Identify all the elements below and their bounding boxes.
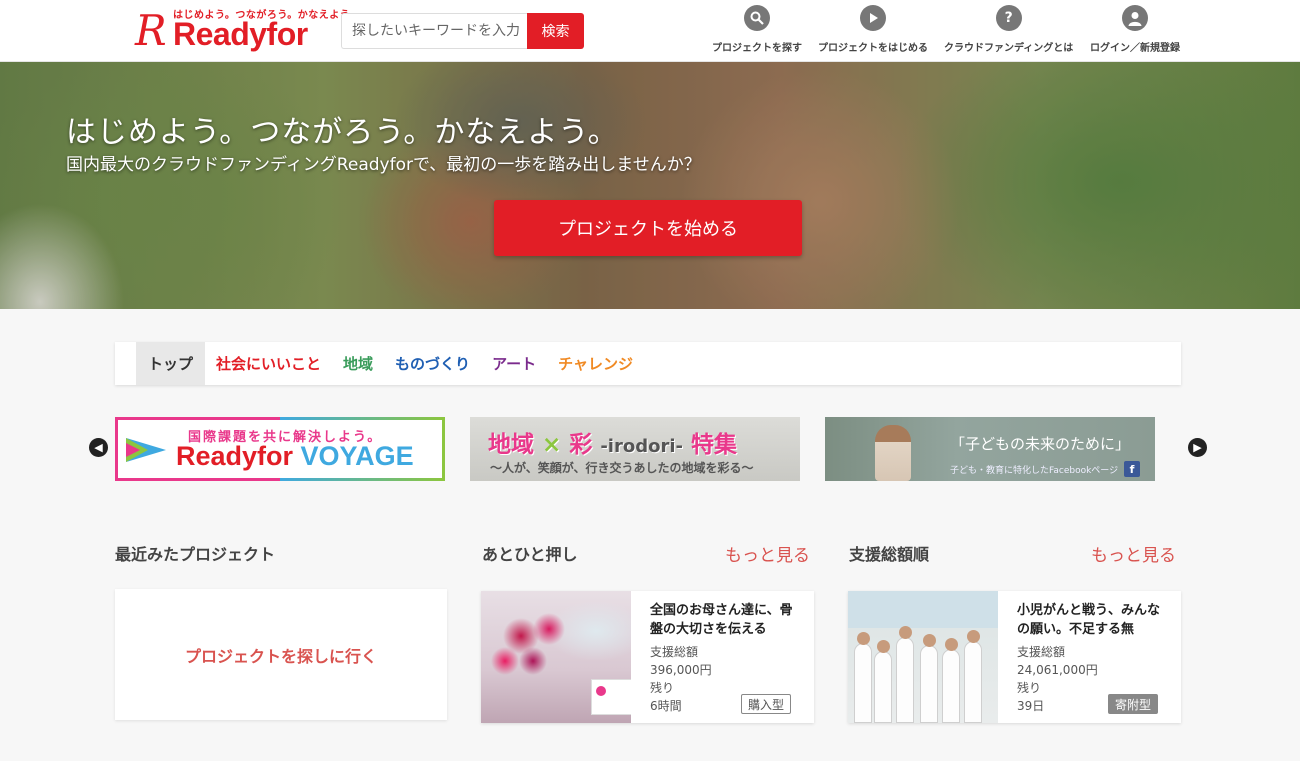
recent-projects-title: 最近みたプロジェクト <box>115 545 276 564</box>
hero-banner: はじめよう。つながろう。かなえよう。 国内最大のクラウドファンディングReady… <box>0 62 1300 309</box>
project-type-badge: 寄附型 <box>1108 694 1159 714</box>
banner-voyage-brand: Readyfor <box>176 441 294 471</box>
project-title: 全国のお母さん達に、骨盤の大切さを伝える <box>650 603 793 637</box>
user-icon <box>1122 5 1148 31</box>
chevron-right-icon[interactable]: ▶ <box>1188 438 1207 457</box>
logo-wordmark: Readyfor <box>173 16 308 52</box>
hero-subheadline: 国内最大のクラウドファンディングReadyforで、最初の一歩を踏み出しませんか… <box>66 155 701 175</box>
banner-kids-photo <box>875 425 911 481</box>
almost-there-title: あとひと押し <box>482 545 578 564</box>
voyage-logo-icon <box>126 438 166 462</box>
category-tabs: トップ 社会にいいこと 地域 ものづくり アート チャレンジ <box>115 342 1181 385</box>
project-type-badge: 購入型 <box>741 694 792 714</box>
banner-kids-subtitle: 子ども・教育に特化したFacebookページ <box>950 466 1119 476</box>
banner-irodori-subtitle: ～人が、笑顔が、行き交うあしたの地域を彩る～ <box>490 461 754 475</box>
banner-irodori-roman: -irodori- <box>600 436 683 457</box>
nav-start-project[interactable]: プロジェクトをはじめる <box>818 5 928 57</box>
nav-label: クラウドファンディングとは <box>944 43 1074 54</box>
nav-login-signup[interactable]: ログイン／新規登録 <box>1090 5 1180 57</box>
search-form: 検索 <box>341 13 584 49</box>
nav-about-crowdfunding[interactable]: ? クラウドファンディングとは <box>944 5 1073 57</box>
start-project-button[interactable]: プロジェクトを始める <box>494 200 802 256</box>
top-funded-more-link[interactable]: もっと見る <box>1091 541 1176 566</box>
nav-find-projects[interactable]: プロジェクトを探す <box>712 5 802 57</box>
nav-label: プロジェクトを探す <box>712 43 802 54</box>
banner-voyage[interactable]: 国際課題を共に解決しよう。 Readyfor VOYAGE <box>115 417 445 481</box>
hero-photo <box>0 62 1300 309</box>
readyfor-logo[interactable]: はじめよう。つながろう。かなえよう。 R Readyfor <box>135 6 360 55</box>
remaining-value: 39日 <box>1017 699 1045 713</box>
remaining-label: 残り <box>1017 681 1042 695</box>
banner-kids-title: 「子どもの未来のために」 <box>950 435 1131 453</box>
amount-value: 396,000円 <box>650 663 712 677</box>
banner-voyage-title: Readyfor VOYAGE <box>176 443 414 470</box>
project-title: 小児がんと戦う、みんなの願い。不足する無 <box>1017 603 1161 637</box>
facebook-icon: f <box>1124 461 1140 477</box>
chevron-left-icon[interactable]: ◀ <box>89 438 108 457</box>
banner-irodori-kanji1: 地域 <box>488 432 534 458</box>
tab-challenge[interactable]: チャレンジ <box>547 342 644 385</box>
almost-there-more-link[interactable]: もっと見る <box>725 541 810 566</box>
banner-irodori[interactable]: 地域 × 彩 -irodori- 特集 ～人が、笑顔が、行き交うあしたの地域を彩… <box>470 417 800 481</box>
find-projects-link[interactable]: プロジェクトを探しに行く <box>185 643 377 667</box>
project-card[interactable]: 全国のお母さん達に、骨盤の大切さを伝える 支援総額 396,000円 残り 6時… <box>481 591 814 723</box>
site-header: はじめよう。つながろう。かなえよう。 R Readyfor 検索 プロジェクトを… <box>0 0 1300 62</box>
project-thumbnail <box>481 591 631 723</box>
banner-irodori-kanji2: 彩 <box>569 432 593 458</box>
search-icon <box>744 5 770 31</box>
tab-art[interactable]: アート <box>481 342 547 385</box>
project-card[interactable]: 小児がんと戦う、みんなの願い。不足する無 支援総額 24,061,000円 残り… <box>848 591 1181 723</box>
remaining-value: 6時間 <box>650 699 682 713</box>
banner-irodori-cross: × <box>542 432 562 458</box>
tab-local[interactable]: 地域 <box>332 342 384 385</box>
project-thumbnail <box>848 591 998 723</box>
banner-kids-future[interactable]: 「子どもの未来のために」 子ども・教育に特化したFacebookページ f <box>825 417 1155 481</box>
search-input[interactable] <box>341 13 529 49</box>
hero-headline: はじめよう。つながろう。かなえよう。 <box>66 115 619 150</box>
amount-label: 支援総額 <box>650 645 699 659</box>
search-button[interactable]: 検索 <box>527 13 584 49</box>
tab-top[interactable]: トップ <box>136 342 206 385</box>
banner-irodori-title: 地域 × 彩 -irodori- 特集 <box>488 425 737 459</box>
nav-label: プロジェクトをはじめる <box>818 43 928 54</box>
amount-label: 支援総額 <box>1017 645 1066 659</box>
logo-r-mark: R <box>135 6 167 55</box>
banner-irodori-kanji3: 特集 <box>691 432 737 458</box>
question-icon: ? <box>995 5 1022 31</box>
banner-voyage-brand2: VOYAGE <box>300 441 414 471</box>
top-funded-title: 支援総額順 <box>849 545 930 564</box>
recent-projects-empty: プロジェクトを探しに行く <box>115 589 447 720</box>
tab-monozukuri[interactable]: ものづくり <box>384 342 481 385</box>
amount-value: 24,061,000円 <box>1017 663 1098 677</box>
tab-social-good[interactable]: 社会にいいこと <box>205 342 332 385</box>
nav-label: ログイン／新規登録 <box>1090 43 1180 54</box>
play-icon <box>860 5 886 31</box>
remaining-label: 残り <box>650 681 675 695</box>
